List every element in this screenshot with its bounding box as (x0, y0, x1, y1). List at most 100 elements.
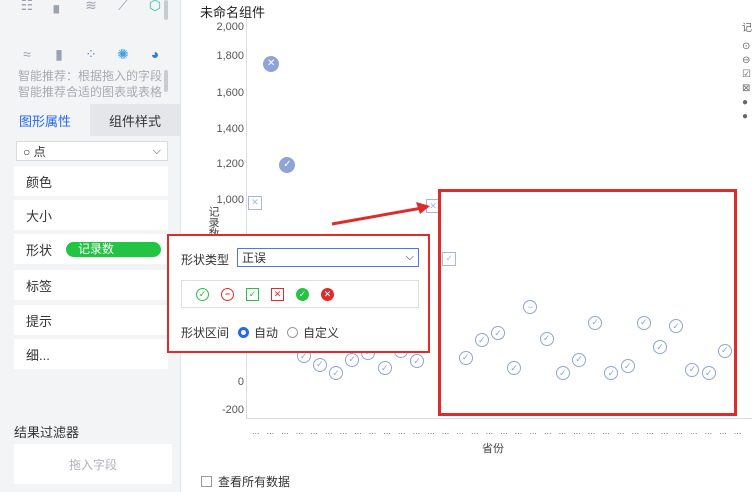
square-check-icon[interactable]: ✓ (246, 287, 259, 301)
view-all-checkbox[interactable] (201, 476, 212, 487)
tab-graph-properties[interactable]: 图形属性 (0, 104, 90, 136)
y-tick: 0 (237, 376, 244, 388)
x-tick-label: ... (733, 426, 742, 436)
x-tick-label: ... (427, 426, 435, 436)
legend-square-cross-icon: ⊠ (742, 83, 751, 94)
legend-circle-check-icon: ⊙ (742, 41, 751, 52)
circle-minus-icon[interactable]: − (221, 287, 234, 301)
x-tick-label: ... (602, 426, 610, 436)
radio-auto[interactable] (238, 327, 249, 338)
x-tick-label: ... (587, 426, 596, 436)
x-tick-label: ... (252, 426, 260, 436)
x-tick-label: ... (412, 426, 421, 436)
view-all-data[interactable]: 查看所有数据 (201, 473, 290, 490)
radio-auto-label[interactable]: 自动 (254, 324, 278, 341)
bubble-icon[interactable]: ✺ (114, 45, 132, 63)
x-tick-label: ... (485, 426, 494, 436)
x-tick-label: ... (500, 426, 508, 436)
y-tick: 1,600 (216, 87, 244, 99)
x-tick-label: ... (456, 426, 464, 436)
radio-custom[interactable] (287, 327, 298, 338)
shape-range-label: 形状区间 (181, 326, 230, 340)
grid-table-icon[interactable]: ☷ (18, 0, 36, 14)
x-tick-label: ... (690, 426, 698, 436)
y-tick: 2,000 (216, 21, 244, 33)
x-tick-label: ... (558, 426, 567, 436)
annotation-arrow (331, 202, 430, 226)
scatter-point-square-cross[interactable]: ✕ (248, 195, 262, 210)
y-tick: 1,400 (216, 123, 244, 135)
x-tick-label: ... (660, 426, 669, 436)
shape-options: ✓ − ✓ ✕ ✓ ✕ (181, 280, 419, 308)
wave-chart-icon[interactable]: ≋ (82, 0, 100, 14)
x-tick-label: ... (471, 426, 479, 436)
x-axis-title: 省份 (482, 443, 504, 455)
x-tick-label: ... (675, 426, 683, 436)
prop-size[interactable]: 大小 (14, 200, 168, 230)
smart-hint-line-2: 智能推荐合适的图表或表格 (18, 85, 163, 99)
scatter-icon[interactable]: ⁘ (82, 45, 100, 63)
result-filter-title: 结果过滤器 (14, 425, 80, 440)
prop-detail[interactable]: 细... (14, 339, 168, 369)
pie-chart-icon[interactable]: ◕ (146, 45, 164, 63)
square-cross-icon[interactable]: ✕ (271, 287, 284, 301)
filled-check-icon[interactable]: ✓ (296, 287, 309, 301)
prop-label[interactable]: 标签 (14, 270, 168, 300)
icons-scrollbar[interactable] (164, 0, 168, 20)
y-tick: 1,000 (216, 194, 244, 206)
scatter-point-circle-check[interactable]: ✓ (345, 352, 360, 367)
filled-cross-icon[interactable]: ✕ (321, 287, 334, 301)
chart-type-row-2: ≈ ▮ ⁘ ✺ ◕ (18, 45, 164, 63)
scatter-bar-icon[interactable]: ▖ (50, 0, 68, 14)
y-tick: -200 (221, 404, 244, 416)
legend-circle-minus-icon: ⊖ (742, 55, 751, 66)
shape-field-pill[interactable]: 记录数 (66, 242, 161, 257)
x-tick-label: ... (646, 426, 654, 436)
bar-chart-icon[interactable]: ▮ (50, 45, 68, 63)
scatter-point-circle-check[interactable]: ✓ (312, 357, 327, 372)
prop-tooltip[interactable]: 提示 (14, 305, 168, 335)
legend-square-check-icon: ☑ (742, 69, 751, 80)
chevron-down-icon: ⌵ (152, 144, 161, 157)
shape-type-value: 正误 (242, 251, 267, 265)
hint-scrollbar[interactable] (164, 70, 168, 92)
property-tabs: 图形属性 组件样式 (0, 104, 180, 136)
mark-type-select[interactable]: ○ 点 ⌵ (16, 141, 168, 161)
legend-filled-cross-icon: ● (742, 111, 749, 122)
scatter-point-filled-check[interactable]: ✓ (279, 156, 296, 173)
x-tick-label: ... (631, 426, 640, 436)
x-tick-label: ... (441, 426, 450, 436)
chart-type-row-1: ☷ ▖ ≋ ⟋ ⬡ (18, 0, 164, 14)
radio-custom-label[interactable]: 自定义 (303, 324, 339, 341)
shape-popup: 形状类型 正误 ⌵ ✓ − ✓ ✕ ✓ ✕ 形状区间 自动 自定义 (167, 234, 430, 353)
x-tick-label: ... (266, 426, 275, 436)
line-chart-icon[interactable]: ⟋ (114, 0, 132, 14)
area-chart-icon[interactable]: ≈ (18, 45, 36, 63)
mark-type-value: ○ 点 (23, 144, 46, 159)
legend-filled-check-icon: ● (742, 97, 749, 108)
y-tick: 1,800 (216, 50, 244, 62)
view-all-label: 查看所有数据 (218, 475, 291, 489)
x-tick-label: ... (325, 426, 333, 436)
shape-type-select[interactable]: 正误 ⌵ (237, 248, 419, 267)
x-tick-label: ... (295, 426, 304, 436)
x-tick-label: ... (383, 426, 391, 436)
y-tick: 1,200 (216, 158, 244, 170)
gear-cube-icon[interactable]: ⬡ (146, 0, 164, 14)
tab-component-style[interactable]: 组件样式 (90, 104, 180, 136)
circle-check-icon[interactable]: ✓ (196, 287, 209, 301)
legend[interactable]: 记 ⊙ ⊖ ☑ ⊠ ● ● (742, 22, 752, 124)
shape-type-label: 形状类型 (181, 253, 230, 267)
x-tick-label: ... (398, 426, 406, 436)
prop-color[interactable]: 颜色 (14, 166, 168, 196)
chevron-down-icon: ⌵ (405, 251, 414, 263)
x-tick-label: ... (573, 426, 581, 436)
x-tick-label: ... (719, 426, 727, 436)
scatter-point-filled-cross[interactable]: ✕ (263, 55, 280, 72)
x-tick-label: ... (704, 426, 713, 436)
scatter-point-circle-check[interactable]: ✓ (377, 361, 392, 376)
x-tick-label: ... (544, 426, 552, 436)
legend-title: 记 (742, 23, 752, 34)
filter-drop-zone[interactable]: 拖入字段 (14, 444, 172, 484)
x-tick-label: ... (354, 426, 362, 436)
